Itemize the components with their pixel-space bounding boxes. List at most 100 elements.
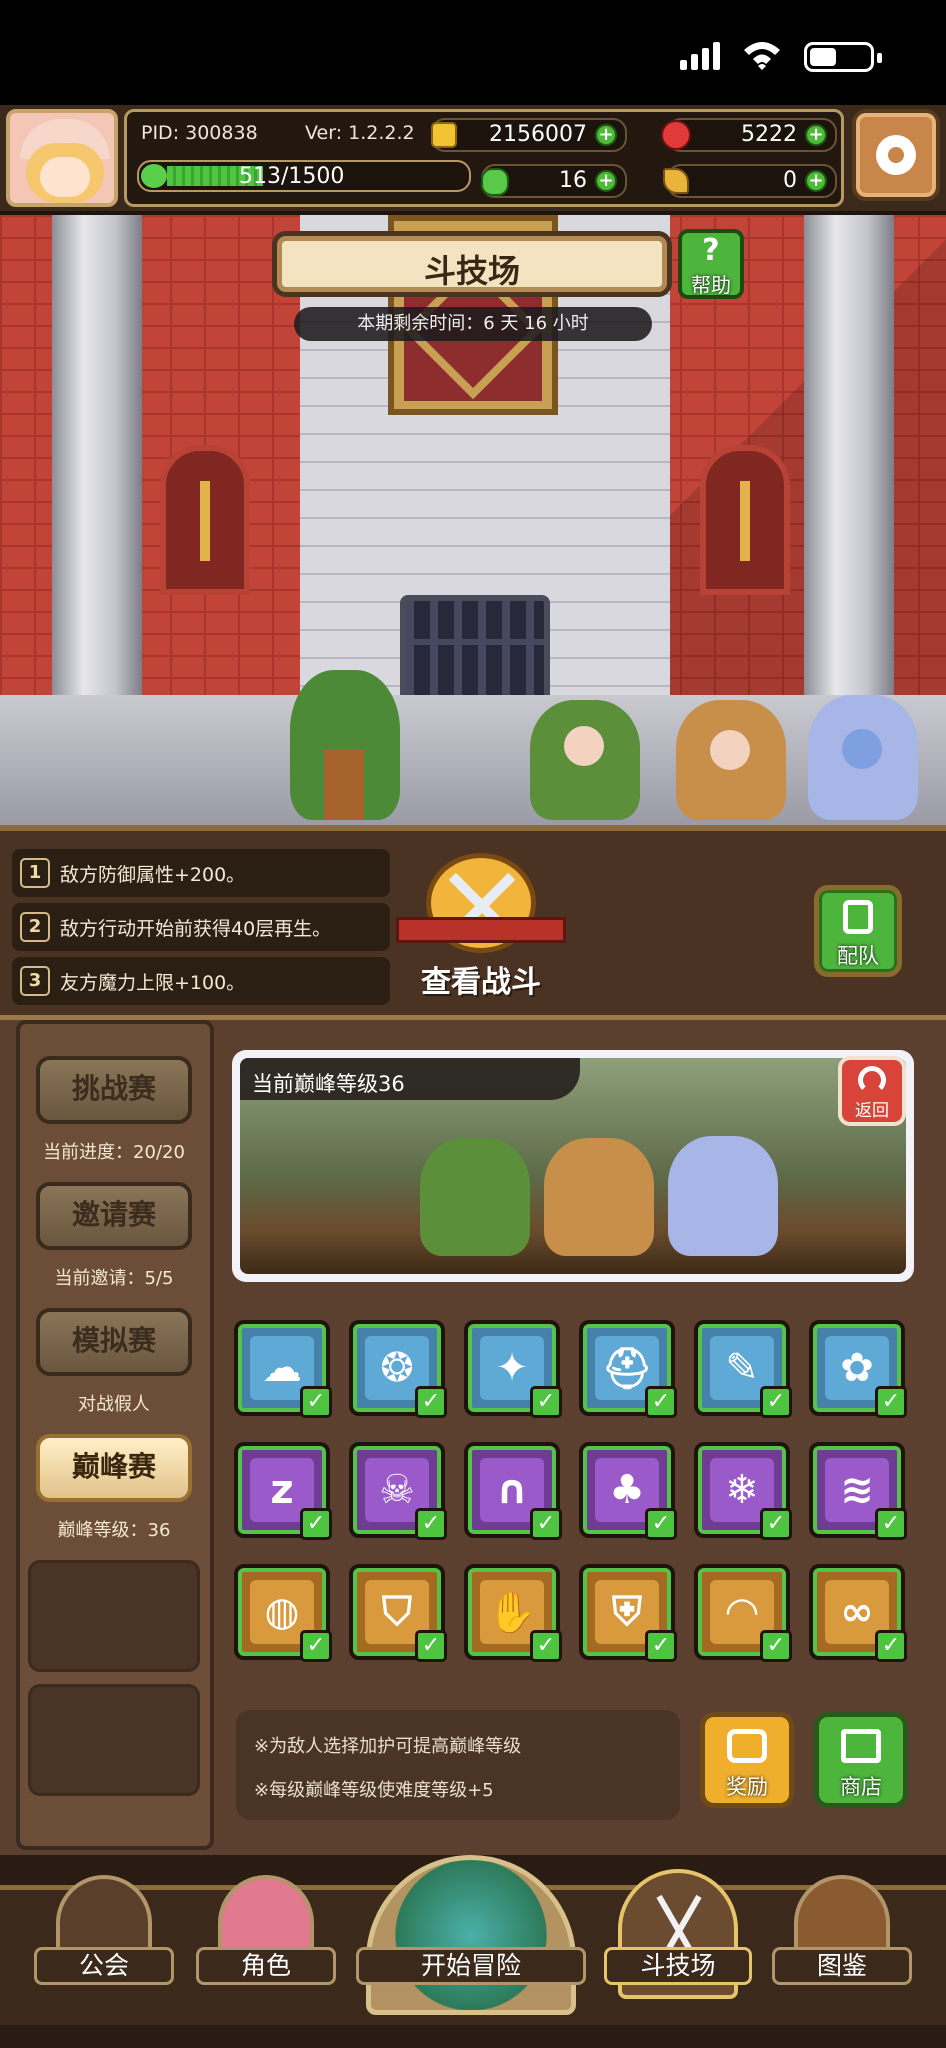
empty-mode-slot (28, 1560, 200, 1672)
checkmark-icon: ✓ (875, 1630, 907, 1662)
modifier-number: 3 (20, 966, 50, 996)
blessing-tile[interactable]: ≋ ✓ (809, 1442, 907, 1540)
empty-mode-slot (28, 1684, 200, 1796)
blessing-tile[interactable]: ∞ ✓ (809, 1564, 907, 1662)
gold-value: 2156007 (489, 122, 587, 147)
treant-character (290, 670, 400, 820)
watch-battle-button[interactable]: 查看战斗 (396, 853, 566, 1013)
book-icon (794, 1875, 890, 1955)
version-label: Ver: 1.2.2.2 (305, 122, 415, 144)
nav-label: 斗技场 (604, 1947, 752, 1985)
team-icon (843, 900, 873, 934)
return-arrow-icon (858, 1066, 886, 1094)
checkmark-icon: ✓ (645, 1630, 677, 1662)
blessing-tile[interactable]: ☠ ✓ (349, 1442, 447, 1540)
battery-icon (804, 42, 882, 72)
team-button[interactable]: 配队 (814, 885, 902, 977)
shop-button[interactable]: 商店 (814, 1712, 908, 1808)
help-label: 帮助 (691, 273, 731, 297)
simulation-mode-button[interactable]: 模拟赛 (36, 1308, 192, 1376)
add-gold-button[interactable]: + (595, 124, 617, 146)
blessing-tile[interactable]: ❄ ✓ (694, 1442, 792, 1540)
lion-girl-character (676, 700, 786, 820)
reward-button[interactable]: 奖励 (700, 1712, 794, 1808)
player-avatar[interactable] (6, 109, 118, 207)
checkmark-icon: ✓ (415, 1386, 447, 1418)
nav-guild[interactable]: 公会 (34, 1875, 174, 2015)
nav-arena[interactable]: 斗技场 (604, 1869, 752, 2019)
frost-spirit-character (808, 695, 918, 820)
modifier-item: 3 友方魔力上限+100。 (12, 957, 390, 1005)
challenge-progress: 当前进度：20/20 (43, 1142, 185, 1163)
nav-label: 图鉴 (772, 1947, 912, 1985)
nav-start-adventure[interactable]: 开始冒险 (356, 1855, 586, 2025)
add-clover-button[interactable]: + (595, 170, 617, 192)
modifier-text: 敌方行动开始前获得40层再生。 (60, 917, 332, 940)
lion-girl-character (544, 1138, 654, 1256)
status-bar (0, 0, 946, 105)
xp-bar: 513/1500 (137, 160, 471, 192)
battle-modifiers: 1 敌方防御属性+200。 2 敌方行动开始前获得40层再生。 3 友方魔力上限… (0, 825, 946, 1015)
blessing-tile[interactable]: ✋ ✓ (464, 1564, 562, 1662)
checkmark-icon: ✓ (875, 1386, 907, 1418)
add-key-button[interactable]: + (805, 170, 827, 192)
blessing-tile[interactable]: ◠ ✓ (694, 1564, 792, 1662)
wifi-icon (742, 40, 782, 70)
blessing-tile[interactable]: ✦ ✓ (464, 1320, 562, 1418)
nav-label: 公会 (34, 1947, 174, 1985)
arena-title: 斗技场 (423, 252, 520, 290)
checkmark-icon: ✓ (300, 1508, 332, 1540)
red-gem-icon (661, 120, 691, 150)
modifier-number: 1 (20, 858, 50, 888)
peak-mode-button[interactable]: 巅峰赛 (36, 1434, 192, 1502)
blessing-tile[interactable]: ⛨ ✓ (579, 1564, 677, 1662)
add-gem-button[interactable]: + (805, 124, 827, 146)
checkmark-icon: ✓ (760, 1508, 792, 1540)
blessing-tile[interactable]: ⛑ ✓ (579, 1320, 677, 1418)
arena-main-panel: 挑战赛 当前进度：20/20 邀请赛 当前邀请：5/5 模拟赛 对战假人 巅峰赛… (0, 1015, 946, 1855)
arena-scene: 斗技场 ? 帮助 本期剩余时间：6 天 16 小时 (0, 215, 946, 825)
nav-compendium[interactable]: 图鉴 (772, 1875, 912, 2015)
nav-character[interactable]: 角色 (196, 1875, 336, 2015)
help-button[interactable]: ? 帮助 (678, 229, 744, 299)
blessing-tile[interactable]: ☁ ✓ (234, 1320, 332, 1418)
checkmark-icon: ✓ (760, 1386, 792, 1418)
modifier-text: 敌方防御属性+200。 (60, 863, 246, 886)
peak-preview-frame: 当前巅峰等级36 返回 (232, 1050, 914, 1282)
gear-icon (876, 135, 916, 175)
invitation-mode-button[interactable]: 邀请赛 (36, 1182, 192, 1250)
pid-label: PID: 300838 (141, 122, 258, 144)
clover-icon (481, 168, 509, 196)
blessing-tile[interactable]: ✎ ✓ (694, 1320, 792, 1418)
settings-button[interactable] (852, 109, 940, 201)
blessing-tile[interactable]: ◍ ✓ (234, 1564, 332, 1662)
wall-niche-right (700, 445, 790, 595)
modifier-item: 2 敌方行动开始前获得40层再生。 (12, 903, 390, 951)
gem-counter: 5222 + (661, 118, 837, 152)
tip-text: ※为敌人选择加护可提高巅峰等级 (254, 1736, 522, 1757)
modifier-item: 1 敌方防御属性+200。 (12, 849, 390, 897)
modifier-number: 2 (20, 912, 50, 942)
blessing-tile[interactable]: z ✓ (234, 1442, 332, 1540)
checkmark-icon: ✓ (645, 1508, 677, 1540)
shop-label: 商店 (840, 1775, 882, 1799)
checkmark-icon: ✓ (645, 1386, 677, 1418)
blessing-tile[interactable]: ✿ ✓ (809, 1320, 907, 1418)
blessing-tile[interactable]: ∩ ✓ (464, 1442, 562, 1540)
challenge-mode-button[interactable]: 挑战赛 (36, 1056, 192, 1124)
blessing-tile[interactable]: ⛉ ✓ (349, 1564, 447, 1662)
blessing-tile[interactable]: ♣ ✓ (579, 1442, 677, 1540)
peak-level-caption: 巅峰等级：36 (57, 1520, 171, 1541)
checkmark-icon: ✓ (530, 1508, 562, 1540)
world-map-icon (366, 1855, 576, 2015)
blessing-grid: ☁ ✓ ❂ ✓ ✦ ✓ ⛑ ✓ ✎ ✓ ✿ ✓ z ✓ ☠ ✓ ∩ ✓ ♣ ✓ ❄ ✓ ≋ ✓ ◍ ✓ ⛉ ✓ ✋ ✓ ⛨ ✓ ◠ ✓ ∞ ✓ (234, 1320, 924, 1700)
blessing-tile[interactable]: ❂ ✓ (349, 1320, 447, 1418)
back-button[interactable]: 返回 (838, 1056, 906, 1126)
key-value: 0 (783, 168, 797, 193)
bottom-nav: 公会 角色 开始冒险 斗技场 图鉴 (0, 1855, 946, 2048)
watch-battle-label: 查看战斗 (421, 965, 541, 1000)
dryad-character (530, 700, 640, 820)
key-icon (663, 168, 689, 194)
simulation-caption: 对战假人 (78, 1394, 150, 1415)
guild-hall-icon (56, 1875, 152, 1955)
